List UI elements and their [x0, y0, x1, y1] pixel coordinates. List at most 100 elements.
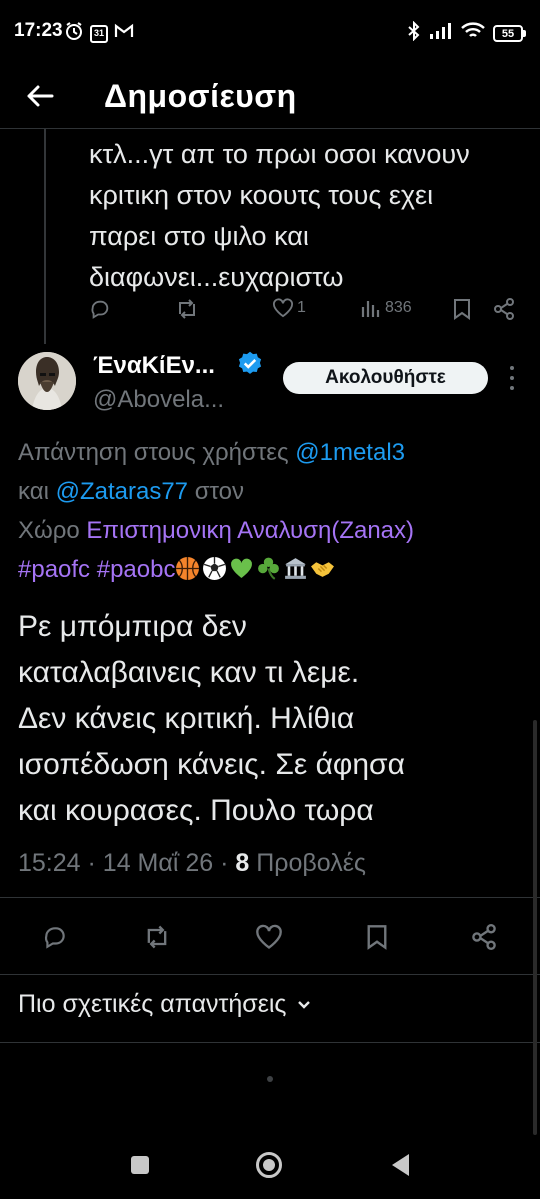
- share-icon: [494, 298, 514, 320]
- battery-tip: [523, 30, 526, 37]
- arrow-left-icon: [27, 85, 54, 107]
- chevron-down-icon: [298, 1000, 311, 1009]
- calendar-icon: 31: [90, 24, 108, 43]
- author-name[interactable]: ΈναΚίΕν...: [93, 352, 215, 380]
- system-nav-bar: [0, 1135, 540, 1199]
- reply-space-word: Χώρο: [18, 517, 80, 544]
- heart-icon: [256, 924, 282, 949]
- previous-share-button[interactable]: [493, 298, 515, 320]
- status-time: 17:23: [14, 20, 63, 41]
- avatar-image: [18, 352, 76, 410]
- post-body-line: καταλαβαινεις καν τι λεμε.: [18, 656, 360, 689]
- more-dot: [510, 366, 514, 370]
- reply-button[interactable]: [42, 924, 68, 955]
- post-date: 14 Μαΐ 26: [102, 849, 214, 877]
- repost-icon: [179, 299, 195, 319]
- emoji-group: [175, 556, 337, 583]
- post-body: Ρε μπόμπιρα δεν καταλαβαινεις καν τι λεμ…: [18, 604, 528, 834]
- post-views-label[interactable]: Προβολές: [256, 849, 366, 877]
- post-body-line: Δεν κάνεις κριτική. Ηλίθια: [18, 702, 355, 735]
- share-icon: [472, 924, 496, 950]
- previous-like-button[interactable]: 1: [272, 298, 306, 318]
- relevant-replies-label: Πιο σχετικές απαντήσεις: [18, 990, 287, 1018]
- heart-icon: [273, 298, 293, 318]
- reply-icon: [44, 927, 65, 949]
- avatar[interactable]: [18, 352, 76, 410]
- header-divider: [0, 128, 540, 129]
- more-options-icon[interactable]: [502, 366, 522, 390]
- previous-post-actions: 1 836: [89, 298, 525, 326]
- reply-icon: [91, 300, 109, 319]
- thread-connector-line: [44, 129, 46, 344]
- meta-separator: ·: [220, 849, 229, 877]
- post-body-line: Ρε μπόμπιρα δεν: [18, 610, 247, 643]
- reply-in: στον: [194, 478, 244, 505]
- previous-post-text[interactable]: κτλ...γτ απ το πρωι οσοι κανουν κριτικη …: [89, 134, 529, 298]
- post-views-count[interactable]: 8: [235, 849, 249, 877]
- replies-divider: [0, 1042, 540, 1043]
- handshake-icon: [311, 562, 335, 577]
- basketball-icon: [176, 557, 200, 580]
- reply-prefix: Απάντηση στους χρήστες: [18, 439, 289, 466]
- share-button[interactable]: [471, 924, 497, 955]
- previous-views-button[interactable]: 836: [360, 298, 412, 318]
- follow-button[interactable]: Ακολουθήστε: [283, 362, 488, 394]
- recent-apps-button[interactable]: [131, 1156, 149, 1174]
- analytics-icon: [361, 301, 380, 317]
- previous-post-line: παρει στο ψιλο και: [89, 221, 309, 251]
- previous-reply-button[interactable]: [89, 298, 111, 320]
- gmail-icon: [114, 23, 134, 44]
- reply-user-link[interactable]: @Zataras77: [56, 478, 188, 505]
- bookmark-button[interactable]: [366, 924, 388, 955]
- reply-and: και: [18, 478, 49, 505]
- more-dot: [510, 386, 514, 390]
- hashtag-link[interactable]: #paofc: [18, 556, 90, 583]
- previous-post-line: διαφωνει...ευχαριστω: [89, 262, 344, 292]
- previous-bookmark-button[interactable]: [453, 298, 471, 320]
- home-button[interactable]: [256, 1152, 282, 1178]
- repost-icon: [147, 925, 167, 949]
- green-heart-icon: [231, 558, 253, 578]
- previous-repost-button[interactable]: [175, 298, 199, 320]
- scrollbar[interactable]: [533, 720, 537, 1135]
- previous-post-line: κριτικη στον κοουτς τους εχει: [89, 180, 434, 210]
- meta-separator: ·: [87, 849, 96, 877]
- repost-button[interactable]: [143, 924, 171, 955]
- classical-building-icon: [285, 558, 307, 579]
- reply-user-link[interactable]: @1metal3: [295, 439, 405, 466]
- post-meta: 15:24 · 14 Μαΐ 26 · 8 Προβολές: [18, 849, 366, 878]
- bookmark-icon: [454, 299, 470, 320]
- bluetooth-icon: [407, 20, 421, 46]
- post-body-line: και κουρασες. Πουλο τωρα: [18, 794, 374, 827]
- app-header: Δημοσίευση: [0, 64, 540, 128]
- post-actions: [0, 920, 540, 956]
- soccer-ball-icon: [203, 557, 227, 580]
- bookmark-icon: [367, 925, 387, 950]
- author-handle[interactable]: @Abovela...: [93, 386, 224, 414]
- previous-post-line: κτλ...γτ απ το πρωι οσοι κανουν: [89, 139, 470, 169]
- previous-views-count: 836: [385, 299, 412, 316]
- status-left-icons: 31: [64, 21, 134, 46]
- hashtag-link[interactable]: #paobc: [97, 556, 176, 583]
- post-time: 15:24: [18, 849, 81, 877]
- previous-like-count: 1: [297, 299, 306, 316]
- space-link[interactable]: Επιστημονικη Αναλυση(Zanax): [86, 517, 414, 544]
- battery-level: 55: [493, 25, 523, 42]
- verified-badge-icon: [236, 350, 264, 383]
- more-dot: [510, 376, 514, 380]
- reply-context: Απάντηση στους χρήστες @1metal3 και @Zat…: [18, 433, 533, 589]
- shamrock-icon: [258, 557, 280, 580]
- actions-top-divider: [0, 897, 540, 898]
- alarm-icon: [64, 21, 84, 46]
- actions-bottom-divider: [0, 974, 540, 975]
- relevant-replies-toggle[interactable]: Πιο σχετικές απαντήσεις: [18, 990, 312, 1019]
- back-button[interactable]: [20, 76, 60, 116]
- page-title: Δημοσίευση: [104, 78, 297, 114]
- like-button[interactable]: [255, 924, 283, 955]
- battery-icon: 55: [493, 25, 526, 42]
- system-back-button[interactable]: [392, 1154, 409, 1176]
- status-bar: 17:23 31 55: [0, 0, 540, 64]
- wifi-icon: [461, 22, 485, 45]
- status-right-icons: 55: [407, 20, 526, 46]
- post-body-line: ισοπέδωση κάνεις. Σε άφησα: [18, 748, 405, 781]
